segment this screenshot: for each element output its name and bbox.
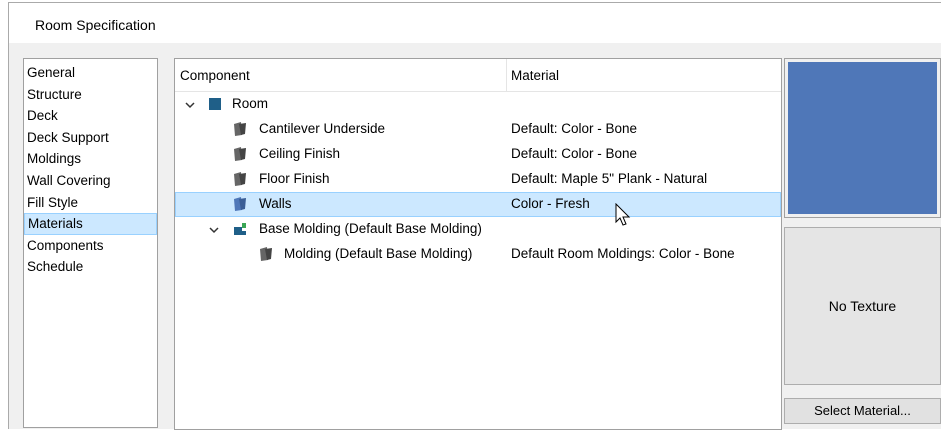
component-name: Base Molding (Default Base Molding): [259, 221, 482, 236]
dialog-title: Room Specification: [35, 17, 156, 33]
nav-item-fill-style[interactable]: Fill Style: [24, 192, 157, 214]
nav-item-wall-covering[interactable]: Wall Covering: [24, 170, 157, 192]
tree-row-ceiling-finish[interactable]: Ceiling Finish Default: Color - Bone: [175, 142, 781, 167]
category-list[interactable]: General Structure Deck Deck Support Mold…: [23, 58, 158, 428]
tree-row-molding[interactable]: Molding (Default Base Molding) Default R…: [175, 242, 781, 267]
material-value: Default Room Moldings: Color - Bone: [511, 246, 735, 261]
select-material-button[interactable]: Select Material...: [784, 398, 941, 424]
material-value: Default: Color - Bone: [511, 146, 638, 161]
component-name: Molding (Default Base Molding): [284, 246, 473, 261]
component-name: Floor Finish: [259, 171, 330, 186]
dialog-titlebar: Room Specification: [9, 3, 941, 43]
tree-row-base-molding[interactable]: Base Molding (Default Base Molding): [175, 217, 781, 242]
nav-item-moldings[interactable]: Moldings: [24, 148, 157, 170]
material-value: Default: Color - Bone: [511, 121, 638, 136]
nav-item-schedule[interactable]: Schedule: [24, 256, 157, 278]
nav-item-general[interactable]: General: [24, 62, 157, 84]
molding-icon: [234, 223, 246, 235]
mouse-pointer-icon: [615, 203, 631, 226]
nav-item-structure[interactable]: Structure: [24, 84, 157, 106]
nav-item-components[interactable]: Components: [24, 235, 157, 257]
component-material-tree[interactable]: Component Material Room Cantilever Under…: [174, 58, 782, 430]
material-swatch-icon: [234, 147, 246, 161]
column-header-material[interactable]: Material: [511, 68, 559, 83]
component-name: Ceiling Finish: [259, 146, 341, 161]
room-specification-dialog: Room Specification General Structure Dec…: [8, 2, 941, 430]
component-name: Walls: [259, 196, 292, 211]
material-color-swatch: [784, 58, 941, 218]
material-value: Default: Maple 5" Plank - Natural: [511, 171, 708, 186]
material-swatch-icon: [234, 122, 246, 136]
nav-item-deck[interactable]: Deck: [24, 105, 157, 127]
chevron-down-icon[interactable]: [209, 225, 219, 235]
chevron-down-icon[interactable]: [185, 100, 195, 110]
tree-row-room[interactable]: Room: [175, 92, 781, 117]
tree-row-cantilever-underside[interactable]: Cantilever Underside Default: Color - Bo…: [175, 117, 781, 142]
material-value: Color - Fresh: [511, 196, 590, 211]
room-square-icon: [209, 98, 221, 110]
tree-header: Component Material: [175, 59, 781, 92]
material-swatch-icon: [260, 247, 272, 261]
material-swatch-icon: [234, 197, 246, 211]
material-swatch-icon: [234, 172, 246, 186]
nav-item-deck-support[interactable]: Deck Support: [24, 127, 157, 149]
component-name: Cantilever Underside: [259, 121, 386, 136]
texture-label: No Texture: [828, 298, 897, 314]
column-divider[interactable]: [506, 59, 507, 91]
texture-preview: No Texture: [784, 227, 941, 385]
tree-row-floor-finish[interactable]: Floor Finish Default: Maple 5" Plank - N…: [175, 167, 781, 192]
nav-item-materials[interactable]: Materials: [24, 213, 157, 235]
component-name: Room: [232, 96, 269, 111]
column-header-component[interactable]: Component: [180, 68, 250, 83]
swatch-fill: [788, 62, 937, 214]
tree-row-walls[interactable]: Walls Color - Fresh: [175, 192, 781, 217]
